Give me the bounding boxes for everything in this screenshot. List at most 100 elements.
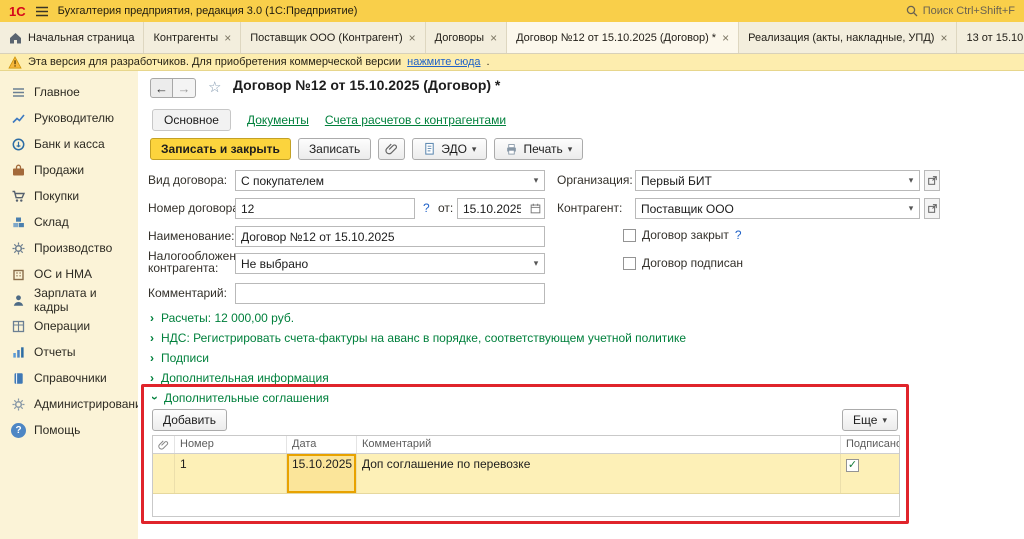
- row-attachment-cell[interactable]: [153, 454, 175, 493]
- organization-input[interactable]: [636, 174, 903, 188]
- close-icon[interactable]: ×: [722, 32, 729, 44]
- edo-label: ЭДО: [441, 142, 467, 156]
- name-input[interactable]: [236, 230, 544, 244]
- journal-icon: [11, 319, 26, 334]
- section-podpisi[interactable]: › Подписи: [150, 351, 209, 365]
- number-hint-link[interactable]: ?: [423, 201, 430, 215]
- chevron-right-icon: ›: [150, 351, 154, 365]
- warning-link[interactable]: нажмите сюда: [407, 56, 480, 68]
- close-icon[interactable]: ×: [490, 32, 497, 44]
- section-nds[interactable]: › НДС: Регистрировать счета-фактуры на а…: [150, 331, 686, 345]
- sidebar-item-administrirovanie[interactable]: Администрирование: [0, 391, 138, 417]
- column-header-signed[interactable]: Подписано: [841, 436, 899, 453]
- section-dop-soglasheniya[interactable]: › Дополнительные соглашения: [153, 391, 329, 405]
- sidebar-label: Справочники: [34, 371, 107, 385]
- row-comment-cell[interactable]: Доп соглашение по перевозке: [357, 454, 841, 493]
- 1c-logo-icon: 1С: [9, 4, 26, 19]
- save-and-close-button[interactable]: Записать и закрыть: [150, 138, 291, 160]
- chevron-down-icon[interactable]: ▾: [903, 199, 919, 218]
- contract-signed-checkbox[interactable]: Договор подписан: [623, 256, 743, 270]
- tab-home[interactable]: Начальная страница: [0, 22, 144, 53]
- section-dop-informaciya[interactable]: › Дополнительная информация: [150, 371, 329, 385]
- contract-closed-checkbox[interactable]: Договор закрыт ?: [623, 228, 742, 242]
- counterparty-combobox[interactable]: ▾: [635, 198, 920, 219]
- tab-dogovory[interactable]: Договоры ×: [426, 22, 507, 53]
- contract-number-field[interactable]: [235, 198, 415, 219]
- counterparty-open-button[interactable]: [924, 198, 940, 219]
- contract-kind-input[interactable]: [236, 174, 528, 188]
- column-header-date[interactable]: Дата: [287, 436, 357, 453]
- chevron-down-icon[interactable]: ▾: [528, 171, 544, 190]
- sidebar-label: ОС и НМА: [34, 267, 92, 281]
- building-icon: [11, 267, 26, 282]
- taxation-input[interactable]: [236, 257, 528, 271]
- sidebar-item-otchety[interactable]: Отчеты: [0, 339, 138, 365]
- attachment-column-header: [153, 436, 175, 453]
- back-button[interactable]: ←: [150, 78, 173, 98]
- sidebar-item-pokupki[interactable]: Покупки: [0, 183, 138, 209]
- sidebar-item-proizvodstvo[interactable]: Производство: [0, 235, 138, 261]
- close-icon[interactable]: ×: [409, 32, 416, 44]
- counterparty-input[interactable]: [636, 202, 903, 216]
- close-icon[interactable]: ×: [224, 32, 231, 44]
- row-number-cell[interactable]: 1: [175, 454, 287, 493]
- contract-kind-combobox[interactable]: ▾: [235, 170, 545, 191]
- closed-hint-link[interactable]: ?: [735, 228, 742, 242]
- organization-open-button[interactable]: [924, 170, 940, 191]
- tab-13-dogovor[interactable]: 13 от 15.10.2025 (Договор) ×: [957, 22, 1024, 53]
- section-label: НДС: Регистрировать счета-фактуры на ава…: [161, 331, 686, 345]
- tab-dokumenty[interactable]: Документы: [247, 113, 309, 127]
- column-header-number[interactable]: Номер: [175, 436, 287, 453]
- calendar-icon[interactable]: [526, 199, 544, 218]
- tab-dogovor-12-active[interactable]: Договор №12 от 15.10.2025 (Договор) * ×: [507, 22, 739, 53]
- sidebar-item-rukovoditelyu[interactable]: Руководителю: [0, 105, 138, 131]
- table-row[interactable]: 1 15.10.2025 Доп соглашение по перевозке…: [153, 454, 899, 494]
- tab-scheta-raschetov[interactable]: Счета расчетов с контрагентами: [325, 113, 506, 127]
- sidebar-item-operacii[interactable]: Операции: [0, 313, 138, 339]
- add-agreement-button[interactable]: Добавить: [152, 409, 227, 431]
- section-raschety[interactable]: › Расчеты: 12 000,00 руб.: [150, 311, 294, 325]
- sidebar-item-sklad[interactable]: Склад: [0, 209, 138, 235]
- tab-postavshchik[interactable]: Поставщик ООО (Контрагент) ×: [241, 22, 425, 53]
- tab-kontragenty[interactable]: Контрагенты ×: [144, 22, 241, 53]
- column-header-comment[interactable]: Комментарий: [357, 436, 841, 453]
- sidebar-item-spravochniki[interactable]: Справочники: [0, 365, 138, 391]
- chevron-down-icon[interactable]: ▾: [903, 171, 919, 190]
- sidebar-item-prodazhi[interactable]: Продажи: [0, 157, 138, 183]
- organization-combobox[interactable]: ▾: [635, 170, 920, 191]
- tab-realizaciya[interactable]: Реализация (акты, накладные, УПД) ×: [739, 22, 957, 53]
- favorite-star-icon[interactable]: ☆: [208, 78, 221, 96]
- home-icon: [9, 32, 22, 44]
- comment-field[interactable]: [235, 283, 545, 304]
- sidebar-item-pomoshch[interactable]: ? Помощь: [0, 417, 138, 443]
- name-field[interactable]: [235, 226, 545, 247]
- more-button[interactable]: Еще ▾: [842, 409, 898, 431]
- sidebar-item-zarplata-i-kadry[interactable]: Зарплата и кадры: [0, 287, 138, 313]
- checkbox-checked[interactable]: ✓: [846, 459, 859, 472]
- sidebar-item-os-i-nma[interactable]: ОС и НМА: [0, 261, 138, 287]
- sidebar-item-bank-i-kassa[interactable]: Банк и касса: [0, 131, 138, 157]
- comment-label: Комментарий:: [148, 286, 227, 300]
- paperclip-icon: [158, 439, 169, 451]
- edo-button[interactable]: ЭДО ▾: [412, 138, 487, 160]
- contract-date-input[interactable]: [458, 202, 526, 216]
- contract-number-input[interactable]: [236, 202, 414, 216]
- sidebar-label: Производство: [34, 241, 112, 255]
- taxation-combobox[interactable]: ▾: [235, 253, 545, 274]
- save-button[interactable]: Записать: [298, 138, 371, 160]
- forward-button[interactable]: →: [173, 78, 196, 98]
- close-icon[interactable]: ×: [940, 32, 947, 44]
- hamburger-menu-icon[interactable]: [35, 6, 49, 17]
- comment-input[interactable]: [236, 287, 544, 301]
- chevron-down-icon[interactable]: ▾: [528, 254, 544, 273]
- checkbox-unchecked[interactable]: [623, 229, 636, 242]
- tab-osnovnoe[interactable]: Основное: [152, 109, 231, 131]
- attach-button[interactable]: [378, 138, 405, 160]
- contract-date-field[interactable]: [457, 198, 545, 219]
- print-button[interactable]: Печать ▾: [494, 138, 583, 160]
- global-search[interactable]: Поиск Ctrl+Shift+F: [906, 5, 1015, 17]
- sidebar-item-glavnoe[interactable]: Главное: [0, 79, 138, 105]
- row-signed-cell[interactable]: ✓: [841, 454, 899, 493]
- checkbox-unchecked[interactable]: [623, 257, 636, 270]
- row-date-cell-selected[interactable]: 15.10.2025: [287, 454, 357, 493]
